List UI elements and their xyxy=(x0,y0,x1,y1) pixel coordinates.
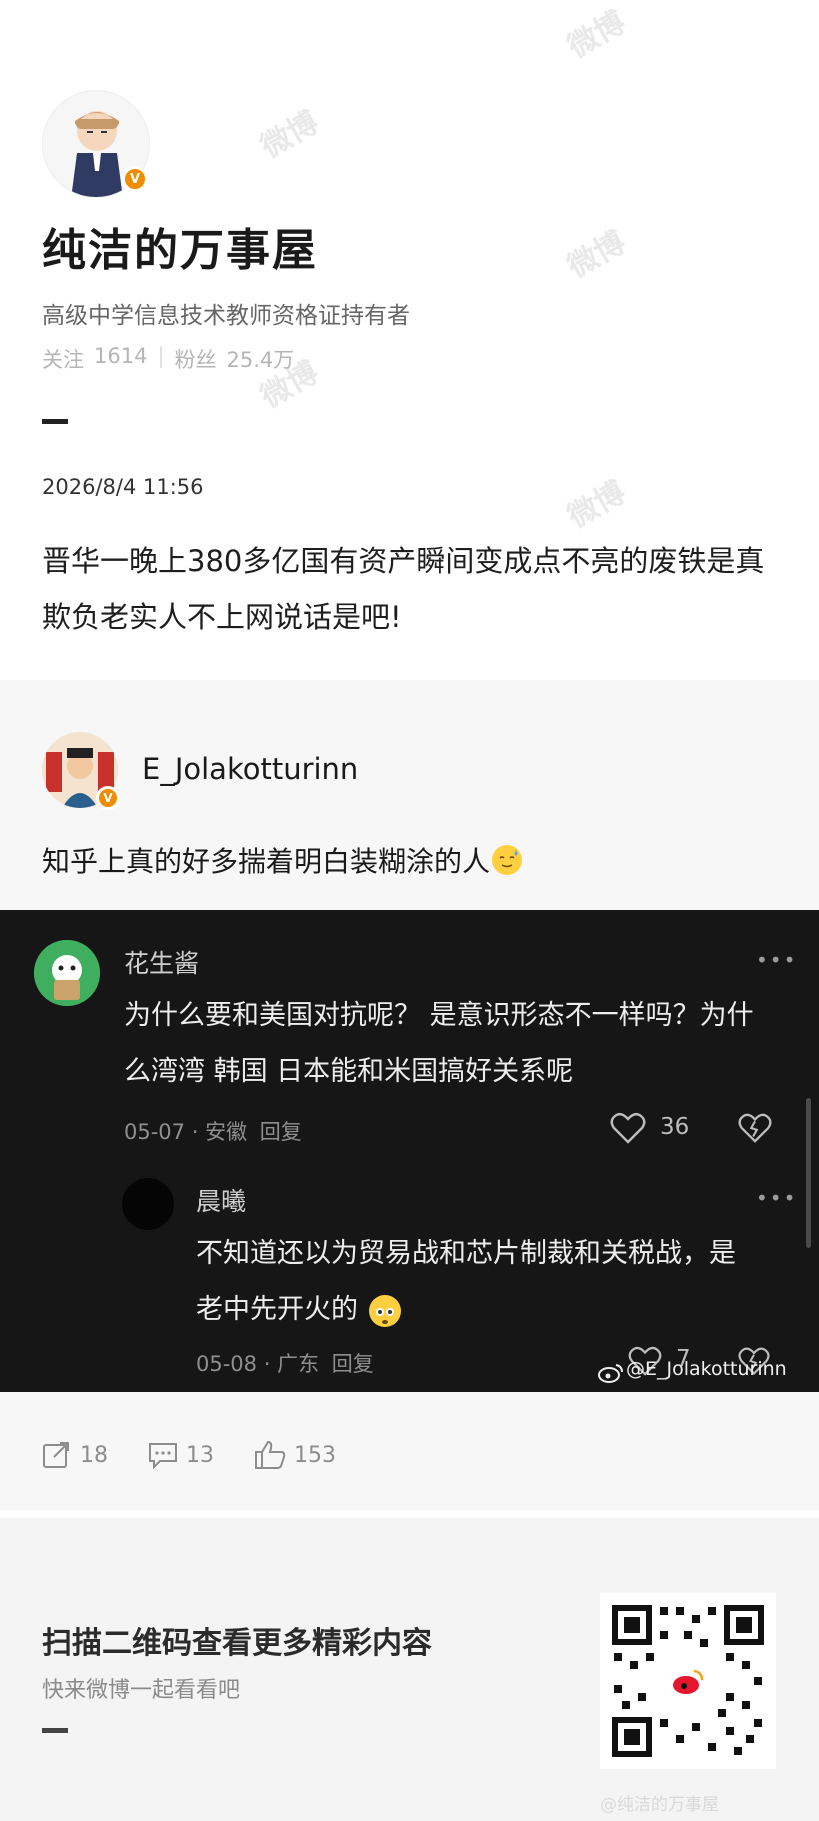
meta-dot: · xyxy=(191,1120,206,1144)
verified-badge-icon: V xyxy=(122,166,148,192)
comment-count: 13 xyxy=(186,1442,214,1468)
profile-stats: 关注 1614 | 粉丝 25.4万 xyxy=(42,344,294,374)
comment-region: 安徽 xyxy=(205,1120,248,1144)
like-count: 153 xyxy=(294,1442,336,1468)
repost-username[interactable]: E_Jolakotturinn xyxy=(142,752,358,786)
comment-avatar[interactable] xyxy=(34,940,100,1006)
sweat-smile-emoji-icon xyxy=(492,845,523,875)
comment-username[interactable]: 花生酱 xyxy=(124,944,199,980)
comment-meta: 05-07 · 安徽 回复 xyxy=(124,1116,302,1146)
scan-subtitle: 快来微博一起看看吧 xyxy=(42,1678,241,1703)
reply-button[interactable]: 回复 xyxy=(260,1120,302,1144)
fans-label[interactable]: 粉丝 xyxy=(175,344,217,374)
reply-avatar[interactable] xyxy=(122,1178,174,1230)
scan-title: 扫描二维码查看更多精彩内容 xyxy=(42,1626,432,1661)
comment-like-count: 36 xyxy=(660,1114,690,1140)
repost-icon xyxy=(43,1442,69,1468)
reply-button[interactable]: 回复 xyxy=(332,1352,374,1376)
scrollbar[interactable] xyxy=(806,1098,811,1248)
thumbs-up-icon xyxy=(255,1440,286,1469)
stats-divider: | xyxy=(157,344,165,368)
follow-label[interactable]: 关注 xyxy=(42,344,84,374)
reply-meta: 05-08 · 广东 回复 xyxy=(196,1348,374,1378)
reply-username[interactable]: 晨曦 xyxy=(196,1182,246,1218)
repost-button[interactable]: 18 xyxy=(42,1441,108,1469)
qr-code[interactable] xyxy=(600,1593,776,1769)
follow-count[interactable]: 1614 xyxy=(94,344,147,374)
divider-mark xyxy=(42,419,68,424)
repost-count: 18 xyxy=(80,1442,108,1468)
reply-date: 05-08 xyxy=(196,1352,258,1376)
flushed-emoji-icon xyxy=(368,1294,401,1327)
more-options-icon[interactable]: ••• xyxy=(756,1186,797,1210)
reply-text: 不知道还以为贸易战和芯片制裁和关税战，是老中先开火的 xyxy=(196,1226,756,1338)
divider-mark xyxy=(42,1728,68,1733)
comment-date: 05-07 xyxy=(124,1120,186,1144)
verified-badge-icon: V xyxy=(96,786,120,810)
reply-region: 广东 xyxy=(277,1352,320,1376)
action-bar: 18 13 153 xyxy=(42,1440,336,1470)
more-options-icon[interactable]: ••• xyxy=(756,948,797,972)
watermark: 微博 xyxy=(562,4,632,66)
repost-text-body: 知乎上真的好多揣着明白装糊涂的人 xyxy=(42,845,491,878)
reply-text-body: 不知道还以为贸易战和芯片制裁和关税战，是老中先开火的 xyxy=(196,1238,736,1325)
watermark: 微博 xyxy=(255,104,325,166)
post-time: 2026/8/4 11:56 xyxy=(42,475,204,499)
screenshot-credit: @E_Jolakotturinn xyxy=(626,1358,787,1380)
like-heart-icon[interactable] xyxy=(610,1112,646,1148)
comment-text: 为什么要和美国对抗呢？ 是意识形态不一样吗？为什么湾湾 韩国 日本能和米国搞好关… xyxy=(124,1000,754,1087)
dislike-icon[interactable] xyxy=(738,1112,772,1148)
watermark: 微博 xyxy=(562,474,632,536)
post-text: 晋华一晚上380多亿国有资产瞬间变成点不亮的废铁是真欺负老实人不上网说话是吧! xyxy=(42,544,765,634)
meta-dot: · xyxy=(263,1352,278,1376)
profile-name[interactable]: 纯洁的万事屋 xyxy=(42,214,318,278)
comment-icon xyxy=(149,1443,177,1469)
repost-text: 知乎上真的好多揣着明白装糊涂的人 xyxy=(42,840,523,880)
watermark: 微博 xyxy=(562,224,632,286)
fans-count[interactable]: 25.4万 xyxy=(227,344,295,374)
bottom-watermark: @纯洁的万事屋 xyxy=(600,1795,719,1815)
comment-button[interactable]: 13 xyxy=(148,1441,214,1469)
like-button[interactable]: 153 xyxy=(254,1440,336,1470)
weibo-logo-icon xyxy=(598,1362,624,1388)
profile-description: 高级中学信息技术教师资格证持有者 xyxy=(42,303,410,329)
